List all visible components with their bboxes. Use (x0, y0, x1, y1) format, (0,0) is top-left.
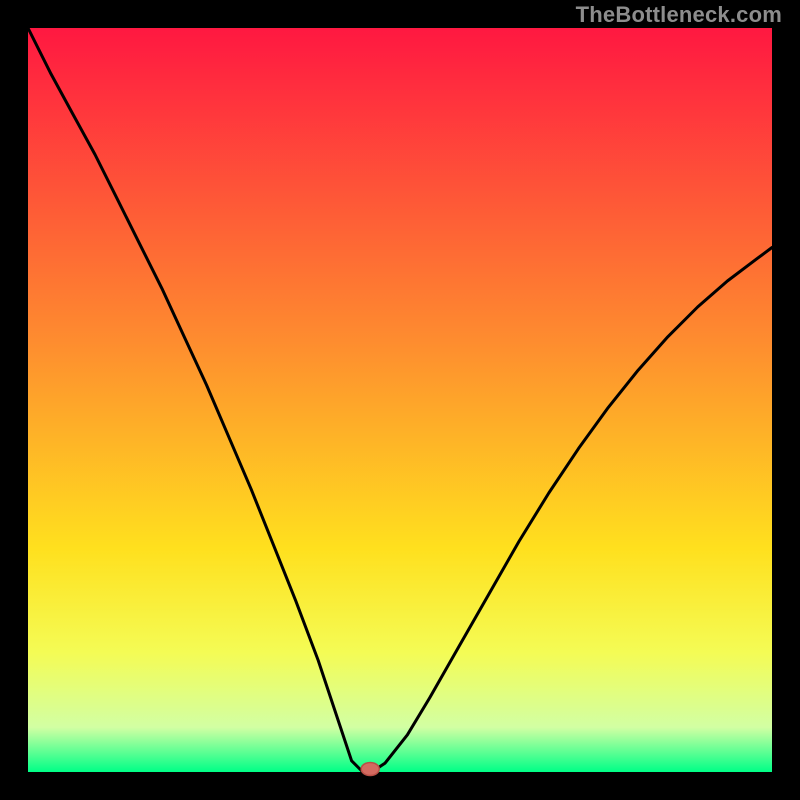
optimal-point-marker (361, 763, 379, 776)
plot-background (28, 28, 772, 772)
chart-frame: { "watermark": "TheBottleneck.com", "col… (0, 0, 800, 800)
bottleneck-chart (0, 0, 800, 800)
